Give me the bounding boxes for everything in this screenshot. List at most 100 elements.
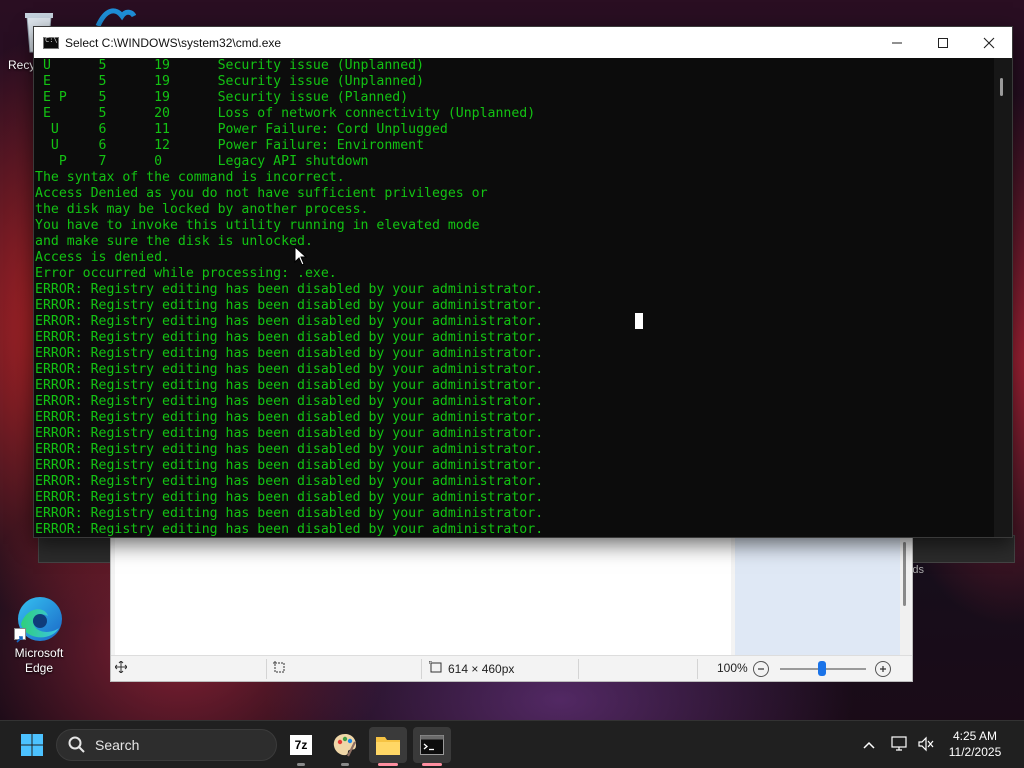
7zip-icon-text: 7z bbox=[294, 738, 308, 752]
move-cursor-icon bbox=[114, 660, 128, 676]
minus-icon bbox=[758, 668, 764, 670]
console-line: ERROR: Registry editing has been disable… bbox=[35, 410, 544, 425]
console-line: and make sure the disk is unlocked. bbox=[35, 234, 313, 249]
active-indicator bbox=[378, 763, 398, 766]
console-line: The syntax of the command is incorrect. bbox=[35, 170, 345, 185]
console-line: You have to invoke this utility running … bbox=[35, 218, 480, 233]
active-indicator bbox=[422, 763, 442, 766]
maximize-icon bbox=[938, 37, 948, 48]
cmd-app-icon bbox=[43, 36, 59, 49]
taskbar-app-7zip[interactable]: 7z bbox=[282, 727, 320, 763]
status-separator bbox=[421, 659, 422, 679]
console-line: E P 5 19 Security issue (Planned) bbox=[35, 90, 409, 105]
console-line: Access is denied. bbox=[35, 250, 170, 265]
console-line: ERROR: Registry editing has been disable… bbox=[35, 346, 544, 361]
clock-button[interactable]: 4:25 AM 11/2/2025 bbox=[944, 729, 1006, 759]
console-line: U 5 19 Security issue (Unplanned) bbox=[35, 58, 425, 73]
paint-window[interactable]: 614 × 460px 100% bbox=[110, 535, 913, 682]
volume-button[interactable] bbox=[916, 733, 936, 755]
console-line: ERROR: Registry editing has been disable… bbox=[35, 314, 544, 329]
console-line: Error occurred while processing: .exe. bbox=[35, 266, 337, 281]
cmd-titlebar[interactable]: Select C:\WINDOWS\system32\cmd.exe bbox=[34, 27, 1012, 58]
console-line: ERROR: Registry editing has been disable… bbox=[35, 394, 544, 409]
show-hidden-icons-button[interactable] bbox=[859, 735, 879, 755]
taskbar-search-box[interactable]: Search bbox=[56, 729, 277, 761]
desktop-icon-label: Recy bbox=[8, 58, 36, 72]
search-icon bbox=[68, 736, 85, 753]
console-line: P 7 0 Legacy API shutdown bbox=[35, 154, 369, 169]
console-line: ERROR: Registry editing has been disable… bbox=[35, 426, 544, 441]
edge-label-text: Microsoft Edge bbox=[14, 646, 64, 675]
console-line: ERROR: Registry editing has been disable… bbox=[35, 298, 544, 313]
running-indicator bbox=[297, 763, 305, 766]
desktop-icon-partial[interactable] bbox=[92, 6, 137, 28]
chevron-up-icon bbox=[863, 741, 875, 749]
cmd-window[interactable]: Select C:\WINDOWS\system32\cmd.exe U 5 1… bbox=[33, 26, 1013, 538]
console-line: E 5 20 Loss of network connectivity (Unp… bbox=[35, 106, 536, 121]
paint-side-panel bbox=[735, 538, 901, 656]
console-line: ERROR: Registry editing has been disable… bbox=[35, 506, 544, 521]
folder-icon bbox=[376, 737, 400, 755]
console-line: ERROR: Registry editing has been disable… bbox=[35, 458, 544, 473]
desktop-icon-label: Microsoft Edge bbox=[4, 646, 74, 676]
taskbar-app-terminal[interactable] bbox=[413, 727, 451, 763]
network-icon bbox=[891, 736, 907, 751]
console-line: ERROR: Registry editing has been disable… bbox=[35, 362, 544, 377]
image-size-item: 614 × 460px bbox=[428, 660, 515, 677]
console-output[interactable]: U 5 19 Security issue (Unplanned) E 5 19… bbox=[35, 58, 994, 537]
status-separator bbox=[697, 659, 698, 679]
console-line: ERROR: Registry editing has been disable… bbox=[35, 330, 544, 345]
paint-scroll-thumb[interactable] bbox=[903, 542, 906, 606]
cmd-vertical-scrollbar[interactable] bbox=[994, 58, 1012, 537]
image-size-icon bbox=[428, 660, 442, 677]
paint-status-bar: 614 × 460px 100% bbox=[111, 655, 912, 681]
cursor-position-item bbox=[114, 660, 128, 676]
taskbar-app-paint[interactable] bbox=[326, 727, 364, 763]
minimize-button[interactable] bbox=[874, 27, 920, 58]
zoom-level-text: 100% bbox=[717, 661, 748, 675]
console-line: ERROR: Registry editing has been disable… bbox=[35, 474, 544, 489]
taskbar-app-file-explorer[interactable] bbox=[369, 727, 407, 763]
zoom-in-button[interactable] bbox=[875, 661, 891, 677]
console-line: ERROR: Registry editing has been disable… bbox=[35, 378, 544, 393]
console-line: U 6 11 Power Failure: Cord Unplugged bbox=[35, 122, 448, 137]
zoom-level-item[interactable]: 100% bbox=[717, 661, 748, 675]
shortcut-arrow-icon bbox=[14, 628, 26, 643]
console-line: Access Denied as you do not have suffici… bbox=[35, 186, 488, 201]
close-button[interactable] bbox=[966, 27, 1012, 58]
maximize-button[interactable] bbox=[920, 27, 966, 58]
selection-icon bbox=[273, 661, 286, 677]
taskbar: Search 7z 4:25 AM 11/2/2025 bbox=[0, 720, 1024, 768]
status-separator bbox=[266, 659, 267, 679]
plus-icon bbox=[880, 666, 886, 672]
clock-date: 11/2/2025 bbox=[948, 745, 1002, 759]
cmd-window-title: Select C:\WINDOWS\system32\cmd.exe bbox=[65, 35, 282, 50]
paint-vertical-scrollbar[interactable] bbox=[900, 538, 910, 656]
close-icon bbox=[983, 37, 995, 48]
image-size-text: 614 × 460px bbox=[448, 662, 515, 676]
console-line: U 6 12 Power Failure: Environment bbox=[35, 138, 425, 153]
status-separator bbox=[578, 659, 579, 679]
cmd-scroll-thumb[interactable] bbox=[1000, 78, 1003, 96]
console-line: ERROR: Registry editing has been disable… bbox=[35, 442, 544, 457]
windows-logo-icon bbox=[21, 734, 43, 756]
console-line: ERROR: Registry editing has been disable… bbox=[35, 490, 544, 505]
console-line: the disk may be locked by another proces… bbox=[35, 202, 369, 217]
zoom-slider-thumb[interactable] bbox=[818, 661, 826, 676]
volume-muted-icon bbox=[918, 736, 934, 752]
zoom-out-button[interactable] bbox=[753, 661, 769, 677]
selection-size-item bbox=[273, 661, 286, 677]
network-button[interactable] bbox=[890, 733, 910, 755]
mouse-pointer-icon bbox=[294, 245, 308, 266]
console-line: ERROR: Registry editing has been disable… bbox=[35, 522, 544, 537]
terminal-icon bbox=[420, 735, 444, 755]
minimize-icon bbox=[892, 42, 902, 43]
running-indicator bbox=[341, 763, 349, 766]
console-line: ERROR: Registry editing has been disable… bbox=[35, 282, 544, 297]
7zip-icon: 7z bbox=[290, 735, 312, 755]
start-button[interactable] bbox=[13, 727, 51, 763]
clock-time: 4:25 AM bbox=[952, 729, 998, 743]
search-placeholder: Search bbox=[95, 737, 140, 753]
paint-canvas[interactable] bbox=[115, 538, 731, 656]
paint-palette-icon bbox=[333, 734, 356, 757]
